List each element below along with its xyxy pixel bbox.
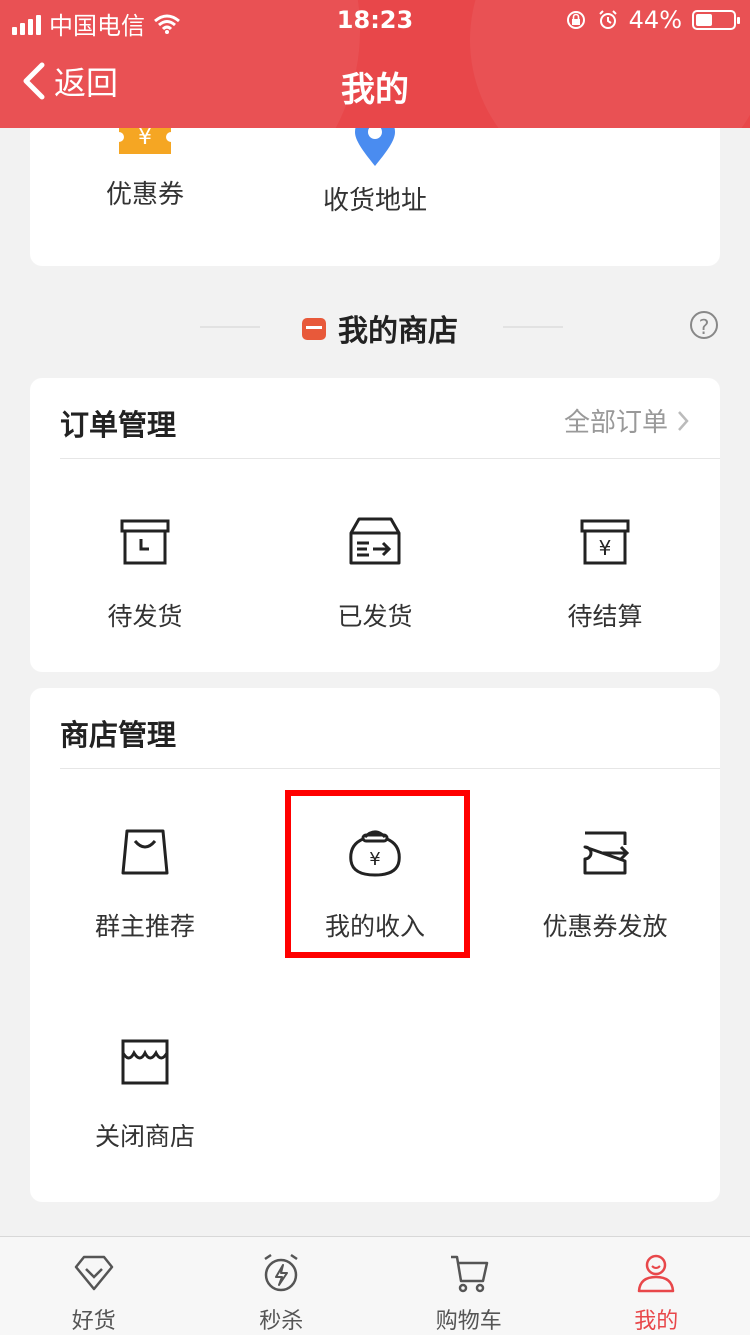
tab-flash-sale[interactable]: 秒杀 [188,1237,376,1335]
order-label: 待发货 [30,597,260,633]
quick-label: 优惠券 [45,174,245,211]
tab-bar: 好货 秒杀 购物车 我的 [0,1236,750,1335]
status-right: 44% [565,6,736,34]
tab-label: 秒杀 [188,1303,376,1335]
rotation-lock-icon [565,9,587,31]
store-title: 我的商店 [300,306,458,350]
tab-label: 我的 [563,1303,750,1335]
quick-label: 收货地址 [275,180,475,217]
highlight-box [285,790,470,958]
all-orders-link[interactable]: 全部订单 [564,402,690,439]
battery-icon [692,10,736,30]
orders-card: 订单管理 全部订单 待发货 已发货 ¥ 待结算 [30,378,720,672]
order-label: 已发货 [260,597,490,633]
shop-label: 群主推荐 [30,907,260,943]
shop-close-store[interactable]: 关闭商店 [30,1033,260,1153]
order-pending-ship[interactable]: 待发货 [30,513,260,633]
chevron-right-icon [676,409,690,433]
status-bar: 中国电信 18:23 44% [0,0,750,40]
store-section-header: 我的商店 ? [0,296,750,356]
header-bar: 中国电信 18:23 44% [0,0,750,128]
battery-percent: 44% [629,6,682,34]
tab-mine[interactable]: 我的 [563,1237,750,1335]
user-icon [634,1251,678,1295]
shipped-box-icon [345,513,405,573]
divider-line [503,326,563,328]
order-pending-settle[interactable]: ¥ 待结算 [490,513,720,633]
shop-label: 优惠券发放 [490,907,720,943]
order-label: 待结算 [490,597,720,633]
pending-ship-box-icon [115,513,175,573]
order-shipped[interactable]: 已发货 [260,513,490,633]
alarm-flash-icon [259,1251,303,1295]
store-title-label: 我的商店 [338,306,458,350]
store-icon [300,314,328,342]
divider [60,768,720,769]
shopping-bag-icon [115,823,175,883]
page-title: 我的 [0,62,750,111]
cart-icon [447,1251,491,1295]
storefront-icon [115,1033,175,1093]
diamond-icon [72,1251,116,1295]
pending-settle-box-icon: ¥ [575,513,635,573]
all-orders-label: 全部订单 [564,402,668,439]
divider [60,458,720,459]
nav-row: 返回 我的 [0,44,750,124]
coupon-send-icon [575,823,635,883]
help-icon[interactable]: ? [690,311,718,339]
shop-title: 商店管理 [60,712,176,754]
tab-label: 好货 [0,1303,188,1335]
svg-text:¥: ¥ [138,125,152,150]
svg-text:¥: ¥ [599,536,612,560]
alarm-icon [597,9,619,31]
shop-coupon-send[interactable]: 优惠券发放 [490,823,720,943]
orders-title: 订单管理 [60,402,176,444]
shop-group-recommend[interactable]: 群主推荐 [30,823,260,943]
shop-label: 关闭商店 [30,1117,260,1153]
tab-label: 购物车 [375,1303,563,1335]
tab-cart[interactable]: 购物车 [375,1237,563,1335]
divider-line [200,326,260,328]
tab-good-items[interactable]: 好货 [0,1237,188,1335]
